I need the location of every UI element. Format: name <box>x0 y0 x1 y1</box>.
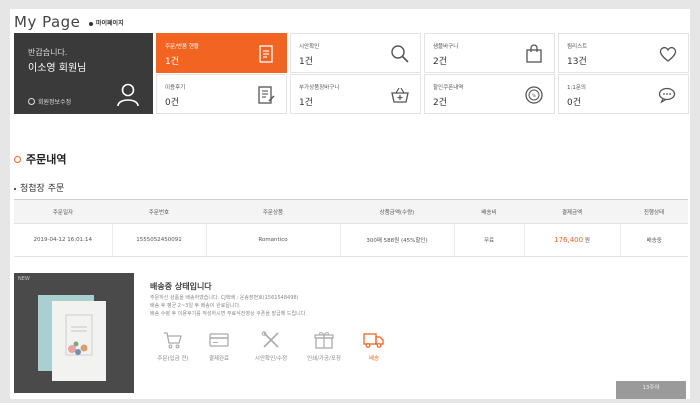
tile-coupons[interactable]: 할인쿠폰내역 2건 % <box>424 74 555 114</box>
sub-title-text: 청첩장 주문 <box>20 184 65 194</box>
user-icon <box>117 83 139 107</box>
tile-label: 이용후기 <box>165 85 186 91</box>
tile-label: 1:1문의 <box>567 85 586 91</box>
tile-count: 1건 <box>299 98 314 108</box>
search-icon <box>391 45 409 63</box>
circle-bullet-icon <box>14 155 21 163</box>
order-payment: 176,400 원 <box>523 223 620 257</box>
tile-addon-basket[interactable]: 부가상품장바구니 1건 <box>290 74 421 114</box>
step-printing: 인쇄/가공/포장 <box>297 331 351 362</box>
tile-count: 1건 <box>165 57 180 67</box>
section-title: 주문내역 <box>14 151 66 167</box>
order-date: 2019-04-12 16:01:14 <box>14 223 112 257</box>
column-header: 진행상태 <box>620 199 688 224</box>
tile-reviews[interactable]: 이용후기 0건 <box>156 74 287 114</box>
order-status: 배송중 <box>619 223 688 257</box>
order-shipping: 무료 <box>453 223 524 257</box>
invitation-card-illustration <box>38 295 106 381</box>
bullet-icon <box>89 21 93 26</box>
chat-icon <box>658 87 676 104</box>
review-icon <box>258 86 275 104</box>
coupon-icon: % <box>525 86 543 104</box>
step-label: 결제완료 <box>208 356 230 362</box>
order-product[interactable]: Romantico <box>205 223 340 257</box>
product-image[interactable]: NEW <box>14 273 134 393</box>
tile-count: 0건 <box>567 98 582 108</box>
heart-icon <box>659 46 677 62</box>
page-subtitle-text: 마이페이지 <box>96 20 124 27</box>
page-title: My Page <box>14 13 81 31</box>
tile-sample-basket[interactable]: 샘플바구니 2건 <box>424 33 555 73</box>
order-number[interactable]: 1555052450091 <box>111 223 206 257</box>
tile-label: 시안확인 <box>299 44 320 50</box>
shipping-status-title: 배송중 상태입니다 <box>150 282 212 291</box>
currency: 원 <box>584 238 590 244</box>
column-header: 주문번호 <box>112 199 206 224</box>
step-label: 인쇄/가공/포장 <box>306 356 342 362</box>
user-name: 이소영 회원님 <box>28 63 87 74</box>
bullet-icon <box>14 187 16 190</box>
card-icon <box>209 333 229 347</box>
tile-label: 부가상품장바구니 <box>299 85 340 91</box>
column-header: 배송비 <box>454 199 524 224</box>
tile-wishlist[interactable]: 찜리스트 13건 <box>558 33 689 73</box>
tile-inquiry[interactable]: 1:1문의 0건 <box>558 74 689 114</box>
cart-icon <box>164 332 182 349</box>
table-row[interactable]: 2019-04-12 16:01:14 1555052450091 Romant… <box>14 223 688 257</box>
step-label: 시안확인/수정 <box>254 356 288 362</box>
shipping-line: 배송 수령 후 이용후기를 작성하시면 무료식전영상 쿠폰을 발급해 드립니다. <box>150 311 307 317</box>
edit-profile-link[interactable]: 회원정보수정 <box>28 97 71 106</box>
column-header: 주문일자 <box>14 199 112 224</box>
tile-count: 1건 <box>299 57 314 67</box>
tile-label: 샘플바구니 <box>433 44 459 50</box>
orders-table: 주문일자 주문번호 주문상품 상품금액(수량) 배송비 결제금액 진행상태 20… <box>14 199 688 257</box>
tile-label: 찜리스트 <box>567 44 588 50</box>
svg-text:%: % <box>532 93 536 98</box>
greeting-text: 반갑습니다. <box>28 48 68 57</box>
step-paid: 결제완료 <box>192 331 246 362</box>
receipt-icon <box>259 45 273 63</box>
shopping-bag-icon <box>526 44 542 63</box>
more-button[interactable]: 13주여 <box>616 381 686 399</box>
order-amount: 300매 588원 (45%할인) <box>339 223 454 257</box>
tile-label: 할인쿠폰내역 <box>433 85 464 91</box>
tools-icon <box>261 331 279 348</box>
circle-icon <box>28 98 35 105</box>
column-header: 주문상품 <box>206 199 340 224</box>
step-label: 배송 <box>368 356 380 362</box>
tile-order-status[interactable]: 주문/반품 현황 1건 <box>156 33 287 73</box>
table-header-row: 주문일자 주문번호 주문상품 상품금액(수량) 배송비 결제금액 진행상태 <box>14 199 688 224</box>
shipping-line: 배송 후 평균 2~3일 후 배송이 완료됩니다. <box>150 303 241 309</box>
tile-proof-check[interactable]: 시안확인 1건 <box>290 33 421 73</box>
sub-title: 청첩장 주문 <box>14 181 64 194</box>
tile-count: 2건 <box>433 57 448 67</box>
section-title-text: 주문내역 <box>26 153 67 166</box>
step-shipping: 배송 <box>347 331 401 362</box>
step-proof: 시안확인/수정 <box>244 331 298 362</box>
shipping-line: 주문하신 상품을 배송하였습니다. CJ택배 : 운송장번호(156154849… <box>150 295 299 301</box>
basket-icon <box>391 87 409 103</box>
column-header: 결제금액 <box>524 199 620 224</box>
welcome-panel: 반갑습니다. 이소영 회원님 회원정보수정 <box>14 33 153 114</box>
shipping-description: 주문하신 상품을 배송하였습니다. CJ택배 : 운송장번호(156154849… <box>150 294 307 318</box>
new-badge: NEW <box>18 276 30 282</box>
tile-count: 0건 <box>165 98 180 108</box>
page-subtitle: 마이페이지 <box>89 18 124 27</box>
gift-icon <box>314 332 334 349</box>
edit-profile-label: 회원정보수정 <box>38 99 72 106</box>
tile-count: 13건 <box>567 57 587 67</box>
mypage-frame: My Page 마이페이지 반갑습니다. 이소영 회원님 회원정보수정 주문/반… <box>10 9 690 399</box>
column-header: 상품금액(수량) <box>340 199 454 224</box>
tile-count: 2건 <box>433 98 448 108</box>
truck-icon <box>363 333 384 348</box>
tile-label: 주문/반품 현황 <box>165 44 199 50</box>
payment-amount: 176,400 <box>554 236 584 244</box>
